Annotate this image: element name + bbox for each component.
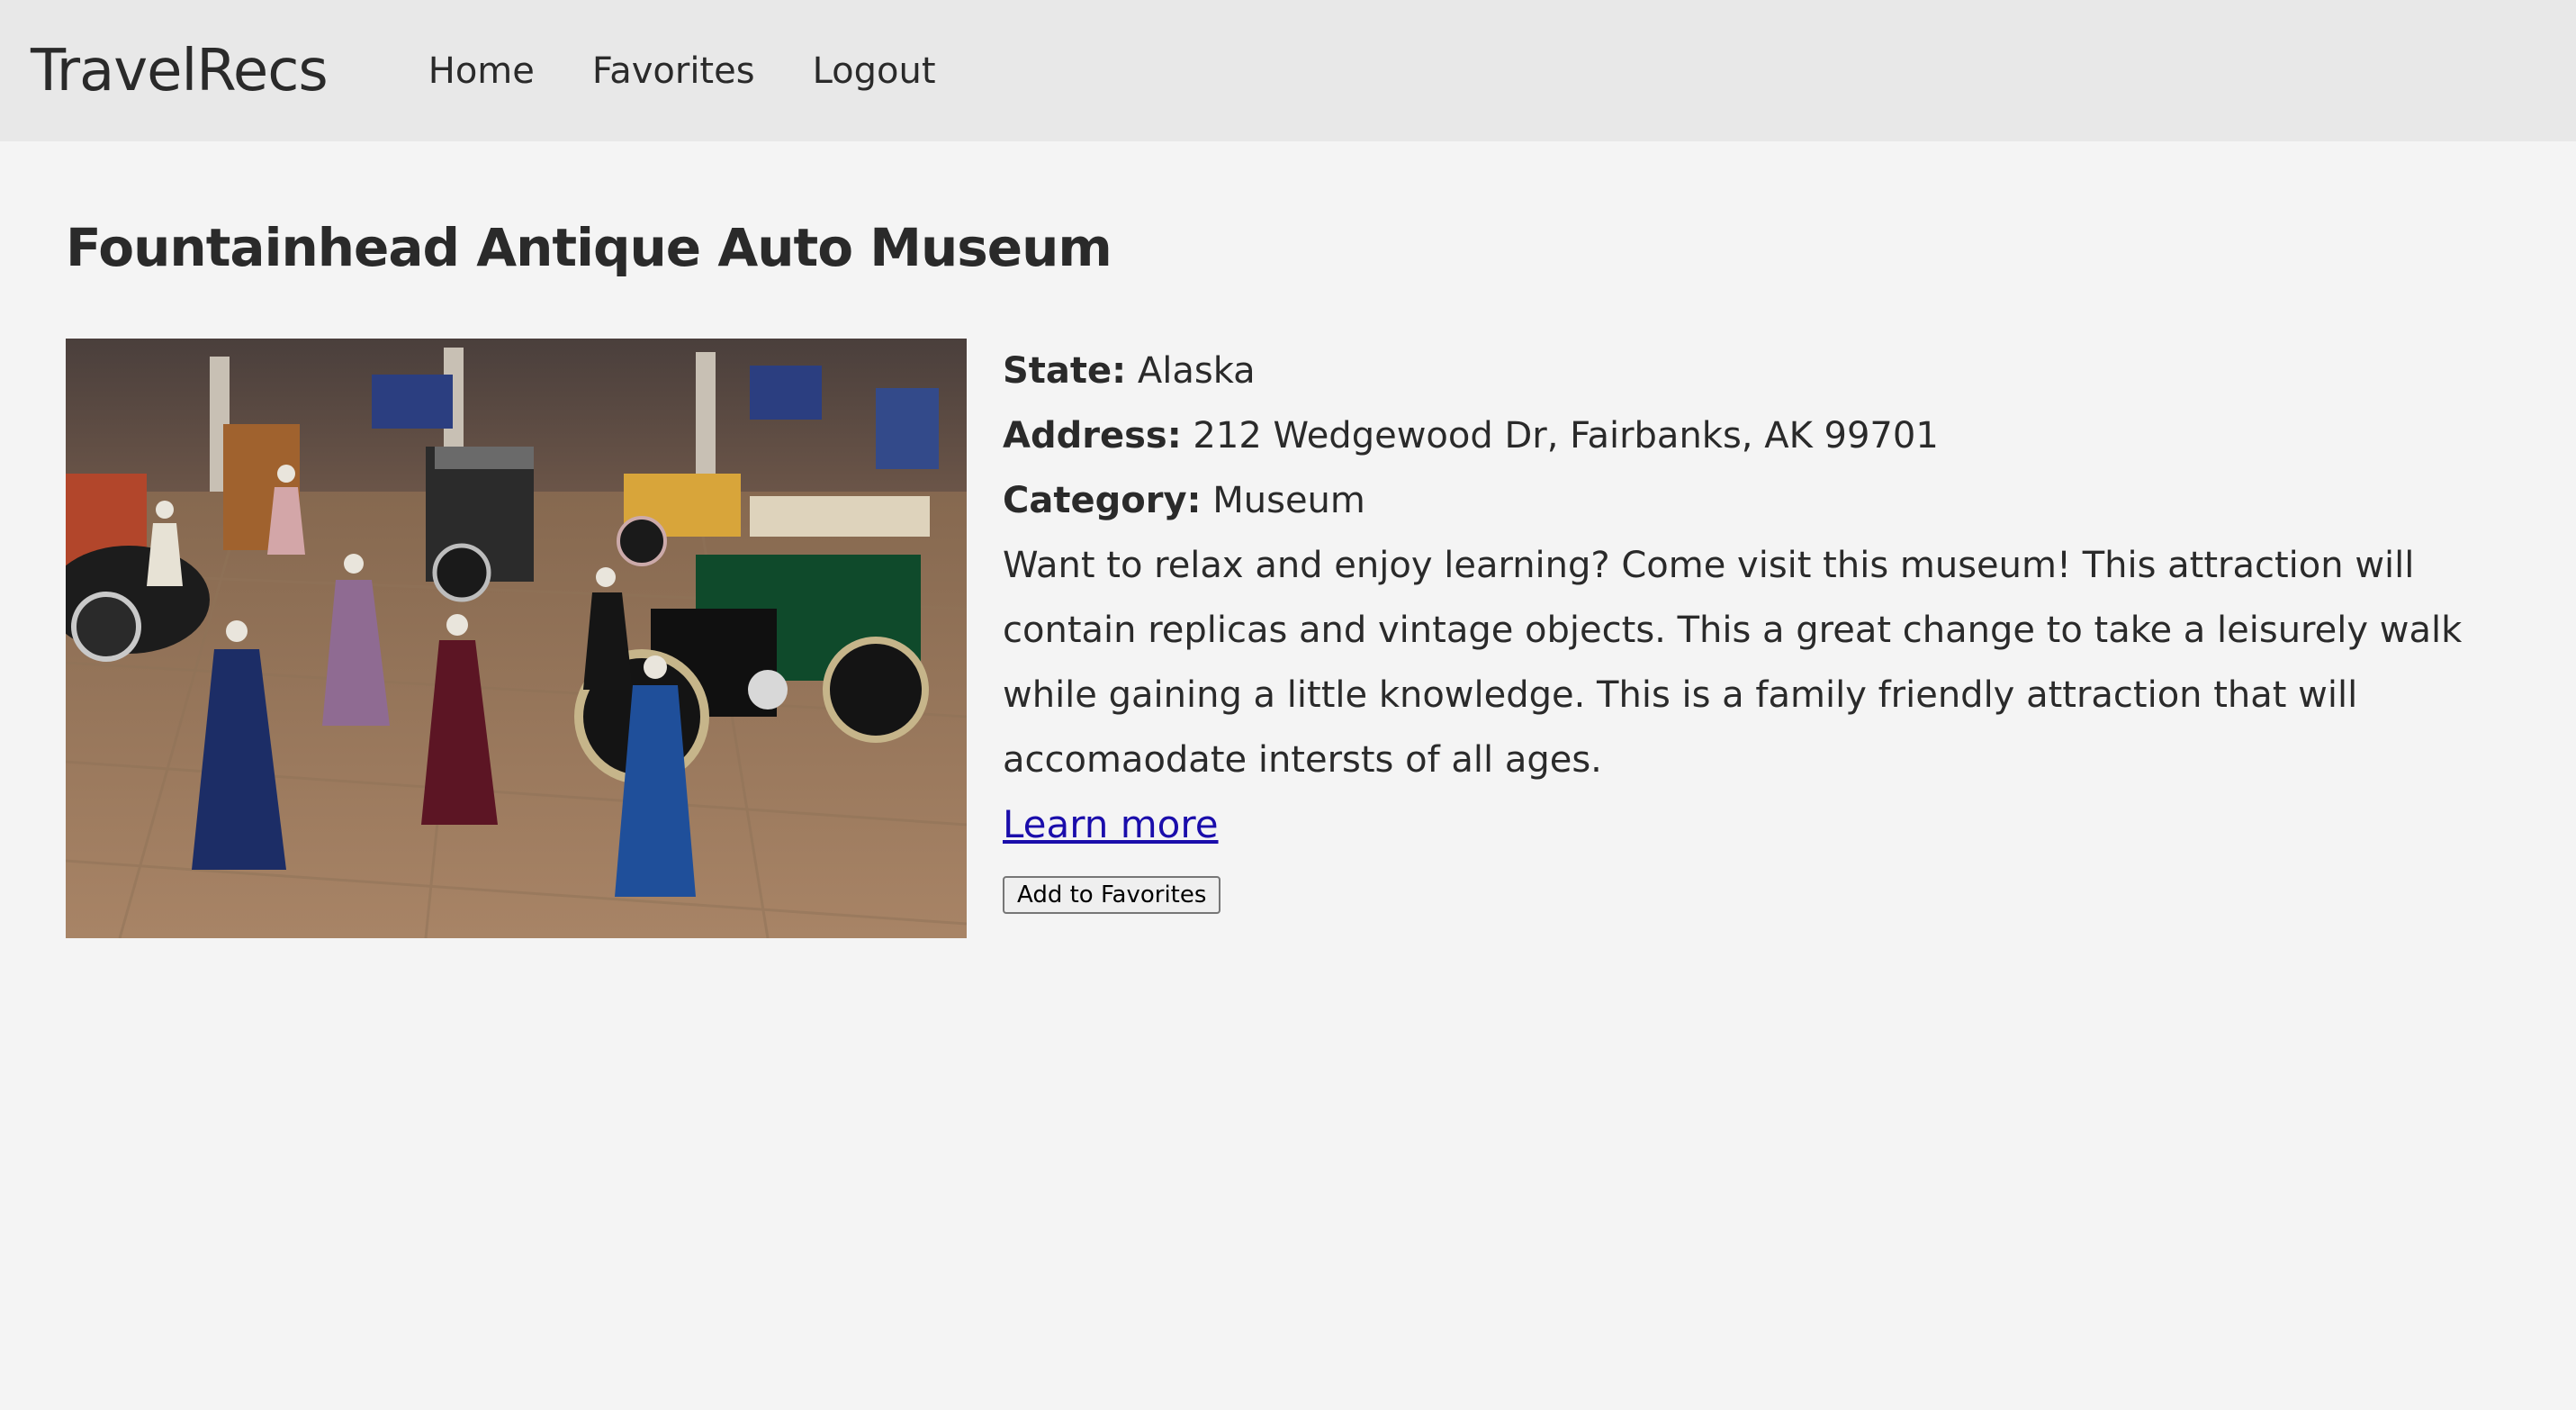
state-value: Alaska xyxy=(1137,350,1256,392)
nav-logout-link[interactable]: Logout xyxy=(813,50,936,92)
state-row: State: Alaska xyxy=(1003,339,2479,403)
navbar: TravelRecs Home Favorites Logout xyxy=(0,0,2576,141)
address-label: Address: xyxy=(1003,415,1182,456)
address-row: Address: 212 Wedgewood Dr, Fairbanks, AK… xyxy=(1003,403,2479,468)
attraction-card: State: Alaska Address: 212 Wedgewood Dr,… xyxy=(66,339,2510,938)
attraction-description: Want to relax and enjoy learning? Come v… xyxy=(1003,545,2463,781)
category-label: Category: xyxy=(1003,480,1202,521)
category-row: Category: Museum xyxy=(1003,468,2479,533)
attraction-photo xyxy=(66,339,967,938)
page-title: Fountainhead Antique Auto Museum xyxy=(66,217,1112,278)
state-label: State: xyxy=(1003,350,1127,392)
nav-home-link[interactable]: Home xyxy=(428,50,535,92)
learn-more-link[interactable]: Learn more xyxy=(1003,802,1219,846)
nav-favorites-link[interactable]: Favorites xyxy=(592,50,755,92)
category-value: Museum xyxy=(1212,480,1365,521)
attraction-details: State: Alaska Address: 212 Wedgewood Dr,… xyxy=(1003,339,2479,923)
main-content: Fountainhead Antique Auto Museum State: … xyxy=(0,141,2576,938)
brand-logo-link[interactable]: TravelRecs xyxy=(31,38,329,104)
learn-more-row: Learn more xyxy=(1003,792,2479,858)
address-value: 212 Wedgewood Dr, Fairbanks, AK 99701 xyxy=(1193,415,1939,456)
add-to-favorites-button[interactable]: Add to Favorites xyxy=(1003,876,1221,914)
